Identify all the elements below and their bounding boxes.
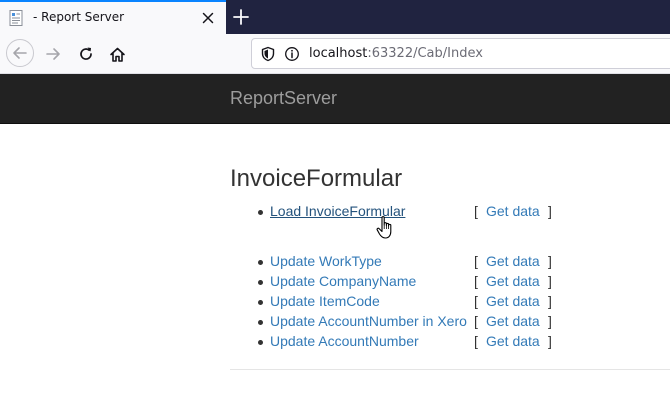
bracket-open: [ [474,203,478,219]
bracket-open: [ [474,253,478,269]
update-itemcode-link[interactable]: Update ItemCode [270,293,380,309]
get-data-link[interactable]: Get data [486,203,540,219]
address-bar[interactable]: localhost:63322/Cab/Index [251,38,670,69]
list-item: Update CompanyName [ Get data ] [230,272,670,292]
url-host: localhost [309,46,368,61]
list-item: Update AccountNumber in Xero [ Get data … [230,312,670,332]
arrow-right-icon[interactable] [40,41,66,67]
list-bullet [258,210,263,215]
url-text[interactable]: localhost:63322/Cab/Index [309,46,483,61]
home-icon[interactable] [104,41,130,67]
browser-tab[interactable]: - Report Server [0,0,226,34]
get-data-link[interactable]: Get data [486,293,540,309]
list-bullet [258,300,263,305]
update-companyname-link[interactable]: Update CompanyName [270,273,416,289]
get-data-link[interactable]: Get data [486,313,540,329]
navigation-toolbar: localhost:63322/Cab/Index [0,34,670,74]
bracket-open: [ [474,333,478,349]
plus-icon[interactable] [229,5,253,29]
list-item: Update AccountNumber [ Get data ] [230,332,670,352]
bracket-open: [ [474,313,478,329]
bracket-close: ] [548,333,552,349]
list-bullet [258,340,263,345]
info-icon[interactable] [284,46,300,62]
site-brand-link[interactable]: ReportServer [230,88,337,109]
bracket-close: ] [548,293,552,309]
list-bullet [258,320,263,325]
reload-icon[interactable] [73,41,99,67]
url-path: :63322/Cab/Index [367,46,483,61]
bracket-close: ] [548,273,552,289]
get-data-link[interactable]: Get data [486,273,540,289]
list-item: Update ItemCode [ Get data ] [230,292,670,312]
arrow-left-icon[interactable] [6,39,34,67]
bracket-close: ] [548,253,552,269]
list-bullet [258,260,263,265]
site-navbar: ReportServer [0,74,670,124]
shield-icon[interactable] [260,46,276,62]
tab-title: - Report Server [33,10,125,24]
page-title: InvoiceFormular [230,165,403,192]
get-data-link[interactable]: Get data [486,333,540,349]
document-icon [9,10,23,26]
hand-pointer-icon [376,216,392,239]
bracket-close: ] [548,313,552,329]
update-worktype-link[interactable]: Update WorkType [270,253,382,269]
get-data-link[interactable]: Get data [486,253,540,269]
bracket-close: ] [548,203,552,219]
bracket-open: [ [474,273,478,289]
tab-strip: - Report Server [0,0,670,34]
content-divider [230,369,670,370]
list-item: Load InvoiceFormular [ Get data ] [230,202,670,222]
close-icon[interactable] [198,8,218,28]
list-bullet [258,280,263,285]
update-accountnumber-xero-link[interactable]: Update AccountNumber in Xero [270,313,467,329]
list-item: Update WorkType [ Get data ] [230,252,670,272]
bracket-open: [ [474,293,478,309]
update-accountnumber-link[interactable]: Update AccountNumber [270,333,419,349]
